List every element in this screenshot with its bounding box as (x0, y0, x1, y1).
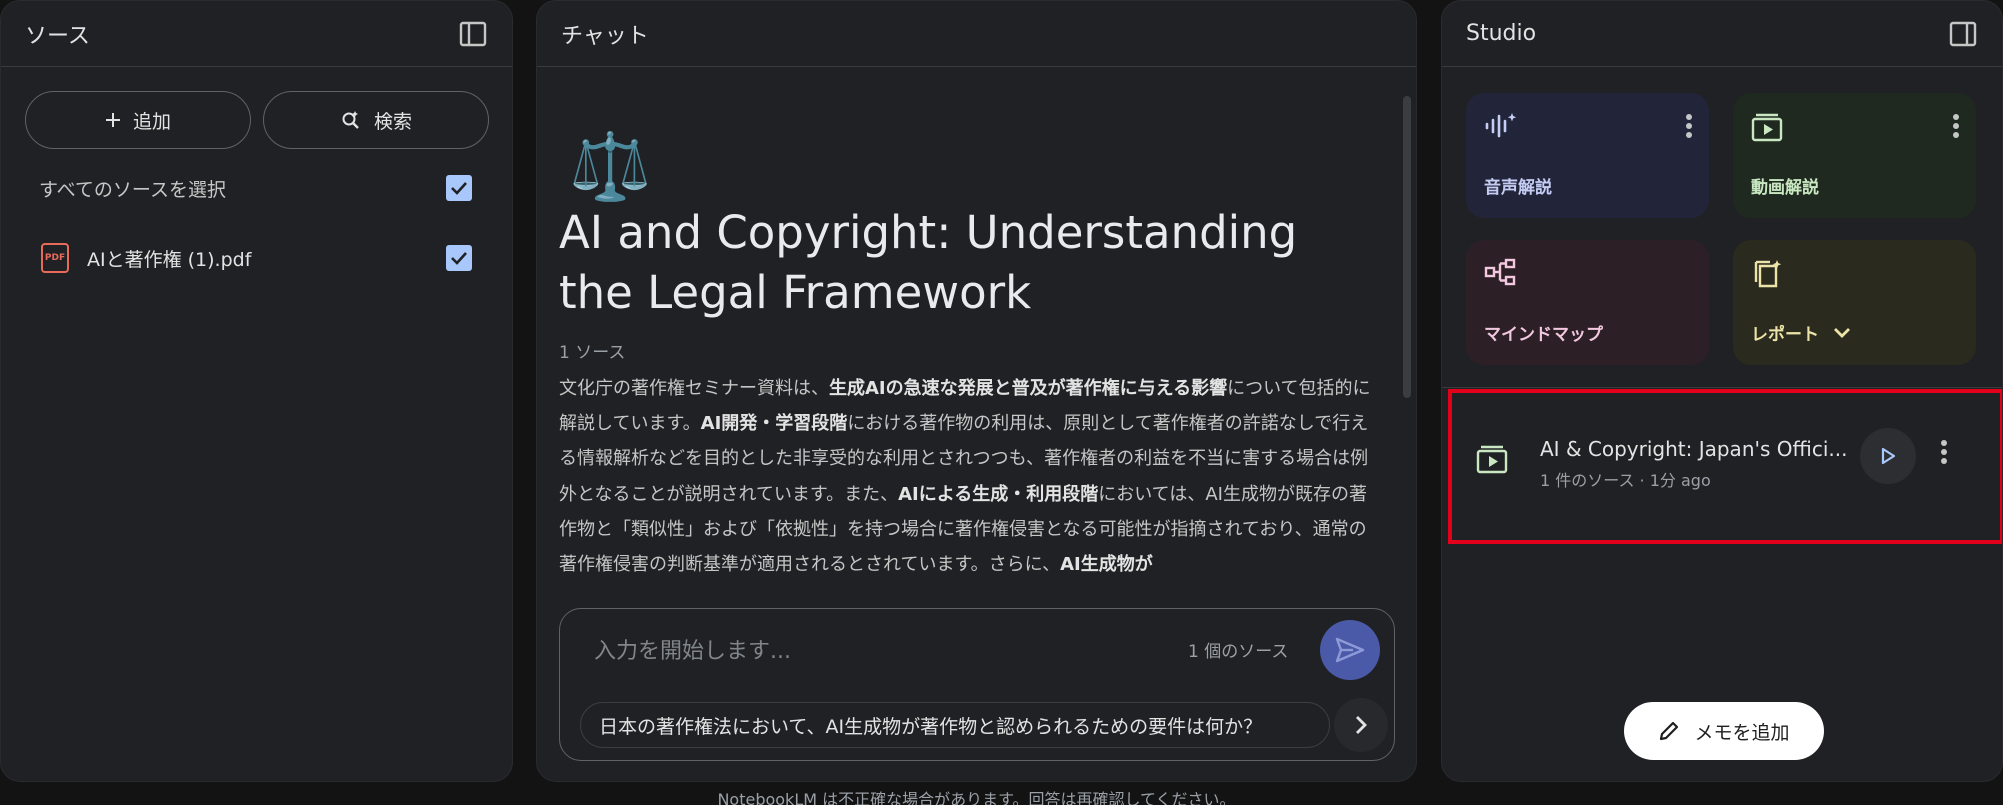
summary-bold: AI開発・学習段階 (700, 413, 848, 435)
more-vert-icon[interactable] (1952, 113, 1960, 139)
report-label-group: レポート (1751, 320, 1851, 345)
add-note-button[interactable]: メモを追加 (1624, 702, 1824, 760)
video-overview-tile[interactable]: 動画解説 (1733, 93, 1976, 218)
notebook-source-count: 1 ソース (559, 343, 626, 363)
play-icon (1881, 447, 1896, 465)
sidebar-toggle-icon (459, 21, 487, 46)
studio-divider (1442, 387, 2002, 388)
summary-bold: 生成AIの急速な発展と普及が著作権に与える影響 (829, 378, 1228, 399)
pencil-icon (1660, 721, 1679, 741)
send-button[interactable] (1320, 620, 1380, 680)
select-all-row: すべてのソースを選択 (1, 153, 512, 223)
disclaimer-text: NotebookLM は不正確な場合があります。回答は再確認してください。 (717, 790, 1236, 805)
summary-bold: AI生成物が (1060, 554, 1153, 576)
chat-input[interactable]: 入力を開始します... (594, 633, 791, 665)
add-source-button[interactable]: 追加 (25, 91, 251, 149)
notebook-emoji: ⚖️ (569, 128, 652, 205)
pdf-icon: PDF (41, 243, 69, 273)
report-icon (1754, 260, 1782, 288)
plus-icon (105, 113, 120, 127)
mind-map-icon (1484, 258, 1516, 286)
mind-map-label: マインドマップ (1484, 325, 1603, 345)
select-all-label: すべてのソースを選択 (39, 178, 226, 201)
source-item[interactable]: PDF AIと著作権 (1).pdf (1, 223, 512, 293)
video-overview-label: 動画解説 (1751, 178, 1819, 198)
chevron-down-icon[interactable] (1833, 327, 1851, 339)
play-button[interactable] (1860, 428, 1916, 484)
discover-sources-button[interactable]: 検索 (263, 91, 489, 149)
source-name: AIと著作権 (1).pdf (87, 248, 252, 271)
collapse-sources-button[interactable] (456, 17, 490, 51)
checkmark-icon (451, 252, 467, 265)
notebook-summary: 文化庁の著作権セミナー資料は、生成AIの急速な発展と普及が著作権に与える影響につ… (559, 371, 1379, 582)
add-source-label: 追加 (132, 110, 171, 133)
collapse-studio-button[interactable] (1946, 17, 1980, 51)
discover-sources-label: 検索 (373, 110, 412, 133)
summary-text: 文化庁の著作権セミナー資料は、 (559, 378, 829, 399)
summary-bold: AIによる生成・利用段階 (898, 483, 1099, 505)
studio-panel: Studio 音声解説 動画解説 マインドマップ レポート AI & Copyr… (1441, 0, 2003, 782)
studio-title: Studio (1466, 21, 1537, 46)
audio-waveform-icon (1485, 113, 1517, 138)
report-tile[interactable]: レポート (1733, 240, 1976, 365)
studio-header: Studio (1442, 1, 2002, 67)
sources-title: ソース (25, 23, 90, 49)
chat-composer: 入力を開始します... 1 個のソース 日本の著作権法において、AI生成物が著作… (559, 608, 1395, 761)
chevron-right-icon (1356, 716, 1367, 734)
video-overview-icon (1751, 113, 1783, 142)
chat-panel: チャット ⚖️ AI and Copyright: Understanding … (536, 0, 1417, 782)
more-vert-icon[interactable] (1940, 439, 1948, 465)
chat-scrollbar[interactable] (1403, 96, 1411, 398)
chat-title: チャット (561, 23, 649, 49)
composer-source-count: 1 個のソース (1188, 642, 1289, 662)
video-overview-icon (1476, 445, 1508, 474)
add-note-label: メモを追加 (1694, 721, 1790, 744)
search-spark-icon (342, 111, 359, 129)
sidebar-toggle-icon (1949, 21, 1977, 46)
notebook-title: AI and Copyright: Understanding the Lega… (559, 206, 1298, 319)
suggested-question[interactable]: 日本の著作権法において、AI生成物が著作物と認められるための要件は何か？ (580, 702, 1330, 748)
audio-overview-label: 音声解説 (1484, 178, 1552, 198)
chat-header: チャット (537, 1, 1416, 67)
sources-panel: ソース 追加 検索 すべてのソースを選択 PDF AIと著作権 (1).pdf (0, 0, 513, 782)
generated-video-overview-item[interactable]: AI & Copyright: Japan's Offici... 1 件のソー… (1448, 389, 2002, 544)
send-icon (1335, 637, 1365, 663)
mind-map-tile[interactable]: マインドマップ (1466, 240, 1709, 365)
artifact-title: AI & Copyright: Japan's Offici... (1540, 437, 1848, 461)
more-vert-icon[interactable] (1685, 113, 1693, 139)
checkmark-icon (451, 182, 467, 195)
next-suggestion-button[interactable] (1334, 698, 1388, 752)
artifact-meta: 1 件のソース · 1分 ago (1540, 471, 1711, 490)
select-all-checkbox[interactable] (446, 175, 472, 201)
audio-overview-tile[interactable]: 音声解説 (1466, 93, 1709, 218)
source-checkbox[interactable] (446, 245, 472, 271)
sources-header: ソース (1, 1, 512, 67)
report-label: レポート (1751, 325, 1819, 345)
